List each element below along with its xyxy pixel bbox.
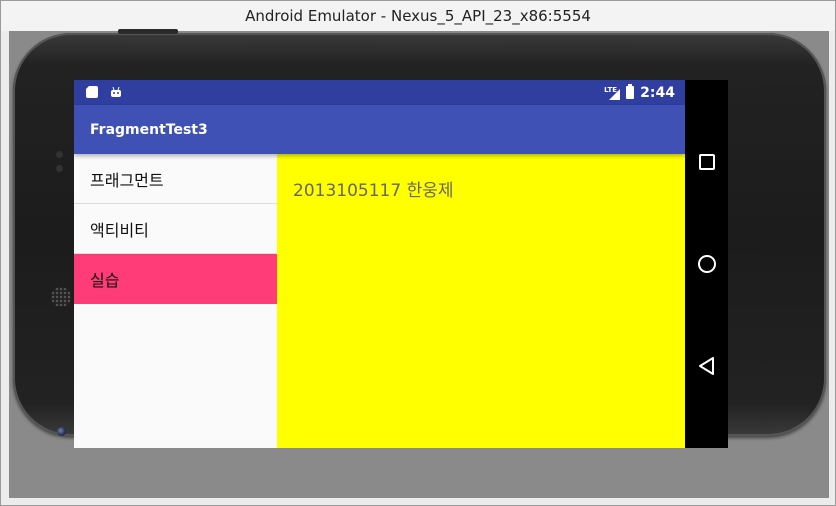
android-debug-icon	[111, 86, 121, 97]
recents-button[interactable]	[685, 142, 728, 182]
fragment-list: 프래그먼트 액티비티 실습	[74, 154, 277, 448]
navigation-bar	[685, 80, 728, 448]
lte-signal-icon: LTE	[604, 86, 621, 100]
app-title: FragmentTest3	[90, 121, 208, 138]
list-item-activity[interactable]: 액티비티	[74, 204, 277, 254]
device-screen: LTE 2:44 FragmentTest3 프래그먼트 액티비티 실습 201…	[74, 80, 685, 448]
back-button[interactable]	[685, 346, 728, 386]
list-item-label: 액티비티	[90, 220, 149, 240]
status-bar: LTE 2:44	[74, 80, 685, 105]
list-item-fragment[interactable]: 프래그먼트	[74, 154, 277, 204]
home-button[interactable]	[685, 244, 728, 284]
detail-fragment: 2013105117 한웅제	[277, 154, 685, 448]
proximity-sensor	[56, 151, 63, 158]
window-title: Android Emulator - Nexus_5_API_23_x86:55…	[245, 7, 591, 25]
list-item-practice[interactable]: 실습	[74, 254, 277, 304]
app-bar: FragmentTest3	[74, 105, 685, 154]
power-button[interactable]	[118, 29, 178, 34]
student-info-text: 2013105117 한웅제	[293, 181, 454, 201]
sd-card-icon	[86, 86, 98, 98]
list-item-label: 실습	[90, 271, 120, 290]
list-item-label: 프래그먼트	[90, 170, 164, 190]
front-camera-icon	[57, 427, 66, 436]
light-sensor	[56, 165, 63, 172]
window-titlebar: Android Emulator - Nexus_5_API_23_x86:55…	[0, 0, 836, 31]
home-icon	[697, 255, 716, 273]
speaker-grille	[51, 287, 71, 307]
recents-icon	[698, 154, 715, 170]
status-time: 2:44	[640, 84, 675, 101]
battery-charging-icon	[626, 84, 635, 99]
back-icon	[698, 357, 714, 375]
